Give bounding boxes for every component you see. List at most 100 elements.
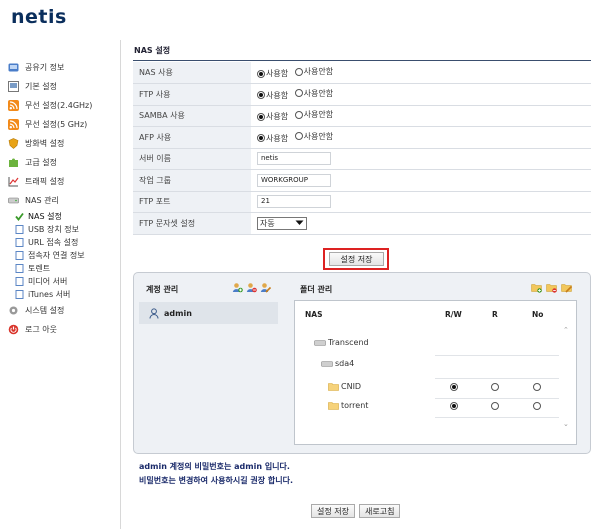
edit-folder-icon[interactable]: [561, 282, 572, 293]
edit-user-icon[interactable]: [260, 282, 271, 293]
sidebar-sub-usb-info[interactable]: USB 장치 정보: [0, 223, 122, 236]
sidebar-sub-label: NAS 설정: [28, 212, 62, 221]
samba-enable-on-radio[interactable]: 사용함: [257, 111, 288, 122]
sidebar-sub-label: 토렌트: [28, 264, 51, 273]
sidebar-item-system[interactable]: 시스템 설정: [0, 301, 122, 320]
sidebar-sub-media-server[interactable]: 미디어 서버: [0, 275, 122, 288]
radio-dot: [294, 89, 303, 98]
sidebar-item-label: 무선 설정(2.4GHz): [25, 101, 93, 110]
drive-icon: [314, 339, 326, 347]
sidebar-item-label: 방화벽 설정: [25, 139, 65, 148]
nas-enable-off-radio[interactable]: 사용안함: [294, 66, 333, 77]
tree-node-transcend[interactable]: Transcend: [314, 338, 369, 347]
page-icon: [15, 277, 24, 286]
sidebar-item-wireless-5[interactable]: 무선 설정(5 GHz): [0, 115, 122, 134]
tree-node-cnid[interactable]: CNID: [328, 382, 361, 391]
row-workgroup: 작업 그룹 WORKGROUP: [133, 169, 591, 192]
footer-buttons: 설정 저장 새로고침: [311, 504, 401, 518]
samba-enable-off-radio[interactable]: 사용안함: [294, 109, 333, 120]
sidebar-sub-connection-info[interactable]: 접속자 연결 정보: [0, 249, 122, 262]
delete-folder-icon[interactable]: [546, 282, 557, 293]
col-header-no: No: [532, 310, 544, 319]
radio-label: 사용함: [266, 90, 289, 100]
row-label: FTP 포트: [133, 191, 251, 213]
row-label: SAMBA 사용: [133, 105, 251, 127]
folder-scrollbar[interactable]: ⌃ ⌄: [559, 319, 575, 439]
save-settings-button[interactable]: 설정 저장: [329, 252, 384, 266]
cnid-rw-radio[interactable]: [450, 383, 458, 391]
sidebar-sub-label: USB 장치 정보: [28, 225, 79, 234]
ftp-port-input[interactable]: 21: [257, 195, 331, 209]
cnid-r-radio[interactable]: [491, 383, 499, 391]
row-ftp-charset: FTP 문자셋 설정 자동: [133, 212, 591, 235]
radio-dot: [257, 112, 265, 121]
delete-user-icon[interactable]: [246, 282, 257, 293]
afp-enable-on-radio[interactable]: 사용함: [257, 133, 288, 144]
nas-enable-on-radio[interactable]: 사용함: [257, 68, 288, 79]
sidebar-item-firewall[interactable]: 방화벽 설정: [0, 134, 122, 153]
row-label: FTP 문자셋 설정: [133, 212, 251, 235]
afp-enable-off-radio[interactable]: 사용안함: [294, 131, 334, 142]
sidebar-item-basic-settings[interactable]: 기본 설정: [0, 77, 122, 96]
row-divider: [435, 398, 559, 399]
ftp-enable-off-radio[interactable]: 사용안함: [294, 88, 333, 99]
sidebar-item-advanced[interactable]: 고급 설정: [0, 153, 122, 172]
tree-node-label: sda4: [335, 359, 355, 368]
sidebar-item-router-info[interactable]: 공유기 정보: [0, 58, 122, 77]
sidebar-sub-nas-settings[interactable]: NAS 설정: [0, 210, 122, 223]
sidebar-sub-label: URL 접속 설정: [28, 238, 79, 247]
torrent-r-radio[interactable]: [491, 402, 499, 410]
sidebar-sub-label: 접속자 연결 정보: [28, 251, 85, 260]
wifi-icon: [8, 100, 19, 111]
sidebar-sub-url-access[interactable]: URL 접속 설정: [0, 236, 122, 249]
tree-node-torrent[interactable]: torrent: [328, 401, 368, 410]
footer-save-button[interactable]: 설정 저장: [311, 504, 355, 518]
torrent-rw-radio[interactable]: [450, 402, 458, 410]
radio-dot: [257, 69, 265, 78]
sidebar-sub-label: iTunes 서버: [28, 290, 71, 299]
cnid-no-radio[interactable]: [533, 383, 541, 391]
folder-toolbar: [531, 282, 572, 293]
col-header-r: R: [492, 310, 498, 319]
row-label: FTP 사용: [133, 83, 251, 106]
sidebar-item-label: 트래픽 설정: [25, 177, 65, 186]
radio-dot: [294, 67, 303, 76]
sidebar-item-nas[interactable]: NAS 관리: [0, 191, 122, 210]
workgroup-input[interactable]: WORKGROUP: [257, 173, 331, 187]
radio-dot: [257, 91, 265, 100]
folder-icon: [328, 401, 339, 410]
check-icon: [15, 212, 24, 221]
tree-node-label: Transcend: [328, 338, 369, 347]
server-name-input[interactable]: netis: [257, 152, 331, 166]
refresh-button[interactable]: 새로고침: [358, 504, 401, 518]
sidebar-item-wireless-24[interactable]: 무선 설정(2.4GHz): [0, 96, 122, 115]
radio-label: 사용함: [266, 69, 289, 78]
sidebar-sub-itunes-server[interactable]: iTunes 서버: [0, 288, 122, 301]
title-divider: [133, 60, 591, 61]
add-folder-icon[interactable]: [531, 282, 542, 293]
scroll-up-icon[interactable]: ⌃: [563, 326, 569, 334]
scroll-down-icon[interactable]: ⌄: [563, 420, 569, 428]
folder-title: 폴더 관리: [300, 285, 333, 294]
ftp-charset-select[interactable]: 자동: [257, 216, 307, 230]
ftp-enable-on-radio[interactable]: 사용함: [257, 90, 288, 101]
sidebar-item-logout[interactable]: 로그 아웃: [0, 320, 122, 339]
main-content: NAS 설정 NAS 사용 사용함 사용안함 FTP 사용 사용함 사용안함 S…: [121, 40, 600, 529]
wifi-icon: [8, 119, 19, 130]
puzzle-icon: [8, 157, 19, 168]
firewall-icon: [8, 138, 19, 149]
user-icon: [149, 307, 159, 319]
add-user-icon[interactable]: [232, 282, 243, 293]
router-info-icon: [8, 62, 19, 73]
tree-node-sda4[interactable]: sda4: [321, 359, 354, 368]
torrent-no-radio[interactable]: [533, 402, 541, 410]
radio-label: 사용안함: [303, 131, 334, 141]
netis-logo: netis: [11, 6, 67, 28]
row-server-name: 서버 이름 netis: [133, 148, 591, 170]
sidebar-sub-torrent[interactable]: 토렌트: [0, 262, 122, 275]
sidebar-item-traffic[interactable]: 트래픽 설정: [0, 172, 122, 191]
logout-icon: [8, 324, 19, 335]
col-header-nas: NAS: [305, 310, 323, 319]
nas-settings-table: NAS 사용 사용함 사용안함 FTP 사용 사용함 사용안함 SAMBA 사용…: [133, 62, 591, 235]
user-item-admin[interactable]: admin: [139, 302, 278, 324]
